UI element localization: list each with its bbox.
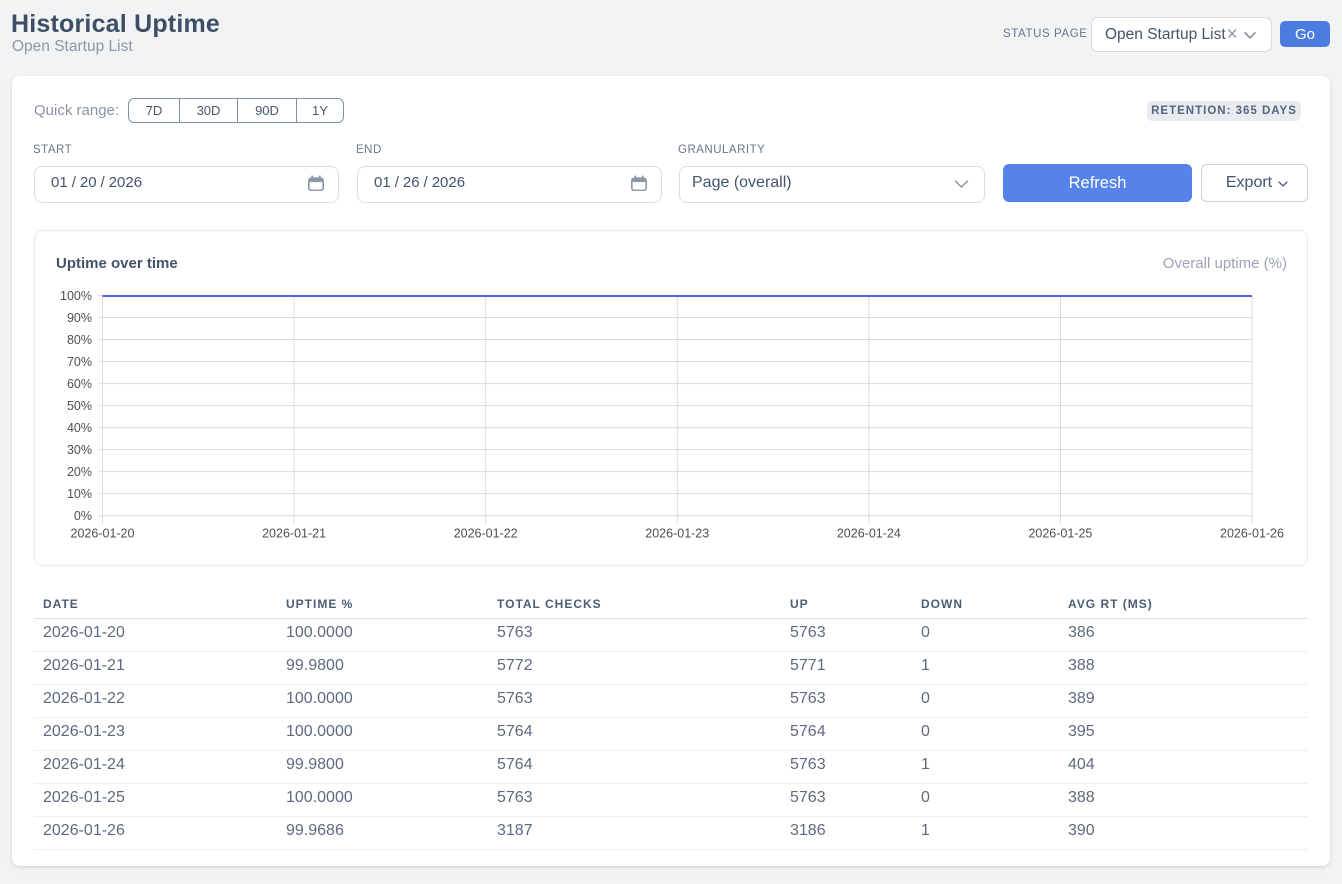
svg-text:0%: 0% xyxy=(74,509,92,523)
svg-text:70%: 70% xyxy=(67,355,92,369)
svg-text:2026-01-22: 2026-01-22 xyxy=(454,527,518,541)
svg-text:60%: 60% xyxy=(67,377,92,391)
svg-text:2026-01-25: 2026-01-25 xyxy=(1028,527,1092,541)
svg-text:20%: 20% xyxy=(67,465,92,479)
svg-text:10%: 10% xyxy=(67,487,92,501)
svg-text:90%: 90% xyxy=(67,311,92,325)
svg-text:40%: 40% xyxy=(67,421,92,435)
svg-text:50%: 50% xyxy=(67,399,92,413)
svg-text:2026-01-20: 2026-01-20 xyxy=(71,527,135,541)
svg-text:80%: 80% xyxy=(67,333,92,347)
svg-text:2026-01-21: 2026-01-21 xyxy=(262,527,326,541)
svg-text:2026-01-24: 2026-01-24 xyxy=(837,527,901,541)
svg-text:2026-01-23: 2026-01-23 xyxy=(645,527,709,541)
svg-text:100%: 100% xyxy=(60,289,92,303)
svg-text:30%: 30% xyxy=(67,443,92,457)
svg-text:2026-01-26: 2026-01-26 xyxy=(1220,527,1284,541)
